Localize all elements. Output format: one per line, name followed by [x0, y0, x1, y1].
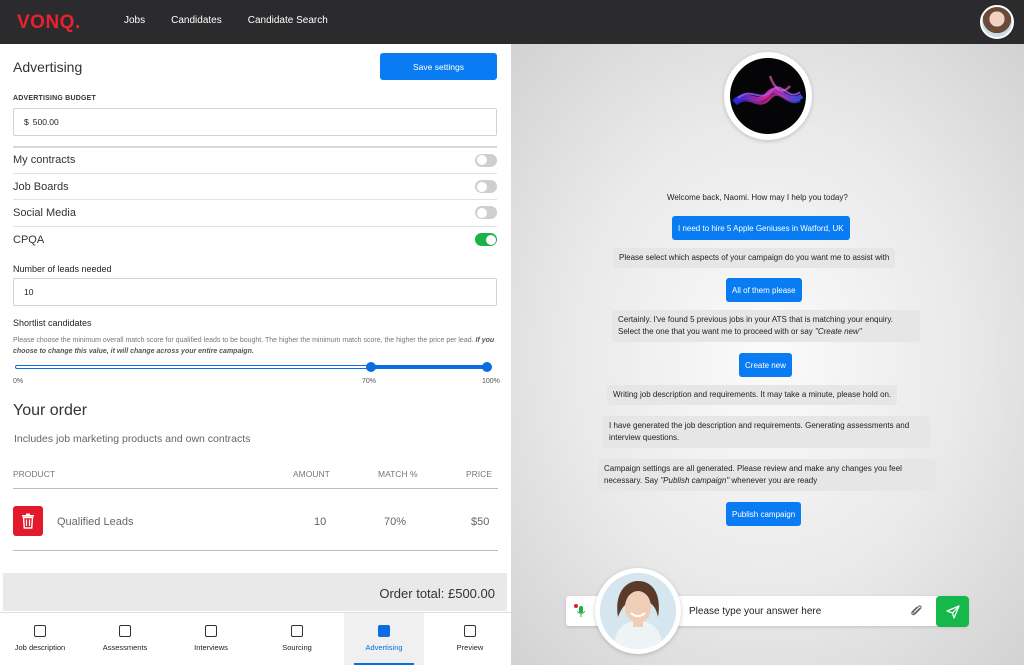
chat-input[interactable]: Please type your answer here	[689, 606, 821, 617]
tab-interviews[interactable]: Interviews	[171, 613, 251, 665]
bot-message: Certainly. I've found 5 previous jobs in…	[612, 310, 920, 342]
delete-button[interactable]	[13, 506, 43, 536]
user-message: I need to hire 5 Apple Geniuses in Watfo…	[672, 216, 850, 240]
user-message: Publish campaign	[726, 502, 802, 526]
play-icon	[464, 625, 476, 637]
leads-label: Number of leads needed	[13, 264, 112, 274]
send-icon	[945, 604, 960, 619]
slider-handle-min[interactable]	[366, 362, 376, 372]
main-nav: Jobs Candidates Candidate Search	[124, 15, 354, 26]
row-match: 70%	[384, 516, 407, 528]
microphone-icon[interactable]	[574, 604, 588, 618]
budget-label: ADVERTISING BUDGET	[13, 95, 96, 102]
send-button[interactable]	[936, 596, 969, 627]
bot-message: Please select which aspects of your camp…	[613, 248, 896, 268]
tab-label: Preview	[456, 643, 484, 652]
person-icon	[205, 625, 217, 637]
save-settings-button[interactable]: Save settings	[380, 53, 497, 80]
tab-label: Sourcing	[282, 643, 312, 652]
budget-input[interactable]: $ 500.00	[13, 108, 497, 136]
slider-min-label: 0%	[13, 378, 24, 385]
paperclip-icon[interactable]	[910, 604, 924, 618]
step-tabs: Job description Assessments Interviews S…	[0, 612, 511, 665]
row-product: Qualified Leads	[57, 516, 134, 528]
order-subtitle: Includes job marketing products and own …	[14, 433, 251, 445]
user-message: All of them please	[726, 278, 802, 302]
bot-message: Writing job description and requirements…	[607, 385, 898, 405]
assistant-photo	[600, 573, 676, 649]
job-boards-toggle[interactable]	[475, 180, 497, 193]
shortlist-label: Shortlist candidates	[13, 318, 92, 328]
my-contracts-toggle[interactable]	[475, 153, 497, 167]
shortlist-help-text: Please choose the minimum overall match …	[13, 337, 495, 355]
user-avatar[interactable]	[980, 5, 1014, 39]
nav-candidate-search[interactable]: Candidate Search	[248, 15, 328, 26]
toggle-label: Social Media	[13, 206, 76, 219]
assistant-orb	[724, 52, 812, 140]
match-score-slider[interactable]	[13, 362, 492, 372]
assistant-chat-panel: Welcome back, Naomi. How may I help you …	[511, 44, 1024, 665]
slider-value-label: 70%	[362, 378, 377, 385]
bot-message: I have generated the job description and…	[603, 416, 930, 448]
tab-label: Advertising	[365, 643, 403, 652]
toggle-label: CPQA	[13, 233, 45, 246]
toggle-row-cpqa: CPQA	[13, 226, 497, 252]
toggle-row-social-media: Social Media	[13, 199, 497, 225]
row-price: $50	[471, 516, 490, 528]
tab-label: Assessments	[102, 643, 148, 652]
tab-assessments[interactable]: Assessments	[85, 613, 165, 665]
top-navbar: VONQ. Jobs Candidates Candidate Search	[0, 0, 1024, 44]
budget-value: 500.00	[32, 117, 59, 127]
slider-handle-max[interactable]	[482, 362, 492, 372]
currency-symbol: $	[24, 117, 29, 127]
user-message: Create new	[739, 353, 792, 377]
table-row-divider	[13, 550, 498, 551]
tab-job-description[interactable]: Job description	[0, 613, 80, 665]
person-search-icon	[291, 625, 303, 637]
bot-message: Campaign settings are all generated. Ple…	[598, 459, 936, 491]
toggle-label: Job Boards	[13, 180, 69, 193]
col-price: PRICE	[466, 469, 492, 479]
tab-label: Job description	[14, 643, 66, 652]
order-total: Order total: £500.00	[379, 586, 495, 601]
slider-fill	[371, 365, 490, 369]
order-total-bar: Order total: £500.00	[3, 573, 507, 611]
toggle-row-my-contracts: My contracts	[13, 146, 497, 172]
megaphone-icon	[378, 625, 390, 637]
order-title: Your order	[13, 402, 88, 419]
slider-max-label: 100%	[482, 378, 500, 385]
nav-candidates[interactable]: Candidates	[171, 15, 222, 26]
toggle-label: My contracts	[13, 154, 76, 166]
bot-message: Welcome back, Naomi. How may I help you …	[667, 193, 848, 202]
tab-preview[interactable]: Preview	[430, 613, 510, 665]
bar-chart-icon	[119, 625, 131, 637]
page-title: Advertising	[13, 59, 83, 75]
social-media-toggle[interactable]	[475, 206, 497, 219]
download-icon	[34, 625, 46, 637]
tab-advertising[interactable]: Advertising	[344, 613, 424, 665]
assistant-avatar	[595, 568, 681, 654]
vonq-logo[interactable]: VONQ.	[17, 12, 81, 34]
cpqa-toggle[interactable]	[475, 233, 497, 246]
toggle-row-job-boards: Job Boards	[13, 173, 497, 199]
col-product: PRODUCT	[13, 469, 56, 479]
trash-icon	[22, 513, 34, 529]
tab-label: Interviews	[194, 643, 228, 652]
leads-value: 10	[24, 287, 34, 297]
waveform-icon	[730, 58, 806, 134]
col-match: MATCH %	[378, 469, 418, 479]
nav-jobs[interactable]: Jobs	[124, 15, 145, 26]
leads-input[interactable]: 10	[13, 278, 497, 306]
advertising-panel: Advertising Save settings ADVERTISING BU…	[0, 44, 511, 665]
col-amount: AMOUNT	[293, 469, 330, 479]
tab-sourcing[interactable]: Sourcing	[257, 613, 337, 665]
table-header-divider	[13, 488, 498, 489]
row-amount: 10	[314, 516, 327, 528]
